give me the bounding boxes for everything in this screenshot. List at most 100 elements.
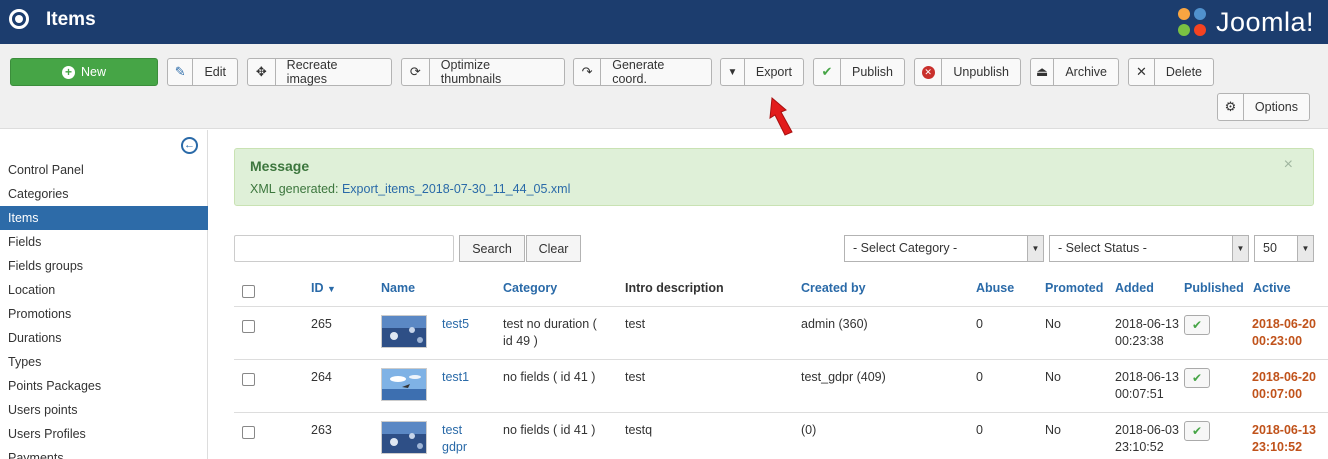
sidebar-item-items[interactable]: Items [0,206,208,230]
joomla-logo[interactable]: Joomla! [1174,3,1314,41]
generate-coord-button[interactable]: ↷ Generate coord. [573,58,712,86]
gear-icon: ⚙ [1218,94,1244,120]
header-divider [234,306,1328,307]
row-divider [234,359,1328,360]
move-icon: ✥ [248,59,276,85]
row-added-time: 00:07:51 [1115,387,1164,401]
toolbar: + New ✎ Edit ✥ Recreate images ⟳ Optimiz… [0,44,1328,129]
sidebar-item-control-panel[interactable]: Control Panel [0,158,208,182]
export-button[interactable]: ▼ Export [720,58,804,86]
delete-button[interactable]: ✕ Delete [1128,58,1214,86]
column-header-category[interactable]: Category [503,281,557,295]
search-input[interactable] [234,235,454,262]
column-header-name[interactable]: Name [381,281,415,295]
row-promoted: No [1045,317,1061,331]
edit-icon: ✎ [168,59,194,85]
published-toggle-check-icon[interactable]: ✔ [1184,315,1210,335]
column-header-intro: Intro description [625,281,724,295]
row-divider [234,412,1328,413]
row-added-date: 2018-06-13 [1115,370,1179,384]
column-header-promoted[interactable]: Promoted [1045,281,1103,295]
category-select[interactable]: - Select Category - ▼ [844,235,1044,262]
sidebar-item-fields[interactable]: Fields [0,230,208,254]
item-thumbnail[interactable] [381,421,427,454]
row-category: no fields ( id 41 ) [503,370,596,384]
redo-icon: ↷ [574,59,602,85]
sidebar: ← Control Panel Categories Items Fields … [0,130,208,459]
edit-button[interactable]: ✎ Edit [167,58,238,86]
clear-button[interactable]: Clear [526,235,581,262]
row-intro: test [625,317,646,331]
archive-icon: ⏏ [1031,59,1055,85]
optimize-thumbnails-button[interactable]: ⟳ Optimize thumbnails [401,58,565,86]
search-button[interactable]: Search [459,235,525,262]
remove-circle-icon: ✕ [915,59,943,85]
status-select[interactable]: - Select Status - ▼ [1049,235,1249,262]
published-toggle-check-icon[interactable]: ✔ [1184,368,1210,388]
sidebar-item-location[interactable]: Location [0,278,208,302]
row-abuse: 0 [976,370,983,384]
sidebar-item-users-points[interactable]: Users points [0,398,208,422]
export-file-link[interactable]: Export_items_2018-07-30_11_44_05.xml [342,182,570,196]
select-all-checkbox[interactable] [242,285,255,298]
new-button[interactable]: + New [10,58,158,86]
top-header: Items Joomla! [0,0,1328,44]
dropdown-arrow-icon: ▼ [1297,236,1313,261]
thumbnail-image-icon [382,369,426,400]
row-category: test no duration ( [503,317,597,331]
row-checkbox[interactable] [242,320,255,333]
item-thumbnail[interactable] [381,368,427,401]
row-id: 264 [311,370,332,384]
collapse-sidebar-icon[interactable]: ← [181,137,198,154]
row-added-time: 00:23:38 [1115,334,1164,348]
red-arrow-annotation-icon [769,96,793,136]
refresh-icon: ⟳ [402,59,430,85]
archive-button[interactable]: ⏏ Archive [1030,58,1119,86]
close-message-icon[interactable]: × [1284,156,1293,174]
row-added-date: 2018-06-13 [1115,317,1179,331]
row-id: 263 [311,423,332,437]
joomla-logo-icon [1177,8,1206,36]
column-header-active[interactable]: Active [1253,281,1291,295]
row-active-time: 00:07:00 [1252,387,1303,401]
row-promoted: No [1045,423,1061,437]
column-header-id[interactable]: ID ▼ [311,281,336,295]
item-thumbnail[interactable] [381,315,427,348]
check-icon: ✔ [814,59,841,85]
row-created-by: admin (360) [801,317,868,331]
sidebar-item-types[interactable]: Types [0,350,208,374]
sidebar-item-categories[interactable]: Categories [0,182,208,206]
plus-icon: + [61,65,75,79]
sidebar-item-users-profiles[interactable]: Users Profiles [0,422,208,446]
published-toggle-check-icon[interactable]: ✔ [1184,421,1210,441]
message-text: XML generated: Export_items_2018-07-30_1… [250,182,571,196]
close-icon: ✕ [1129,59,1155,85]
row-category-id: id 49 ) [503,334,538,348]
publish-button[interactable]: ✔ Publish [813,58,905,86]
sidebar-item-fields-groups[interactable]: Fields groups [0,254,208,278]
sidebar-item-promotions[interactable]: Promotions [0,302,208,326]
row-abuse: 0 [976,423,983,437]
dropdown-arrow-icon: ▼ [1232,236,1248,261]
list-limit-select[interactable]: 50 ▼ [1254,235,1314,262]
item-name-link[interactable]: test [442,422,462,439]
sidebar-item-payments[interactable]: Payments [0,446,208,459]
item-name-link-line2[interactable]: gdpr [442,439,467,456]
item-name-link[interactable]: test5 [442,316,469,333]
recreate-images-button[interactable]: ✥ Recreate images [247,58,392,86]
column-header-created-by[interactable]: Created by [801,281,866,295]
options-button[interactable]: ⚙ Options [1217,93,1310,121]
row-intro: test [625,370,646,384]
column-header-abuse[interactable]: Abuse [976,281,1014,295]
row-category: no fields ( id 41 ) [503,423,596,437]
sidebar-item-durations[interactable]: Durations [0,326,208,350]
row-checkbox[interactable] [242,373,255,386]
item-name-link[interactable]: test1 [442,369,469,386]
column-header-added[interactable]: Added [1115,281,1154,295]
row-checkbox[interactable] [242,426,255,439]
chevron-down-icon: ▼ [721,59,745,85]
column-header-published[interactable]: Published [1184,281,1244,295]
unpublish-button[interactable]: ✕ Unpublish [914,58,1021,86]
row-active-date: 2018-06-13 [1252,423,1316,437]
sidebar-item-points-packages[interactable]: Points Packages [0,374,208,398]
